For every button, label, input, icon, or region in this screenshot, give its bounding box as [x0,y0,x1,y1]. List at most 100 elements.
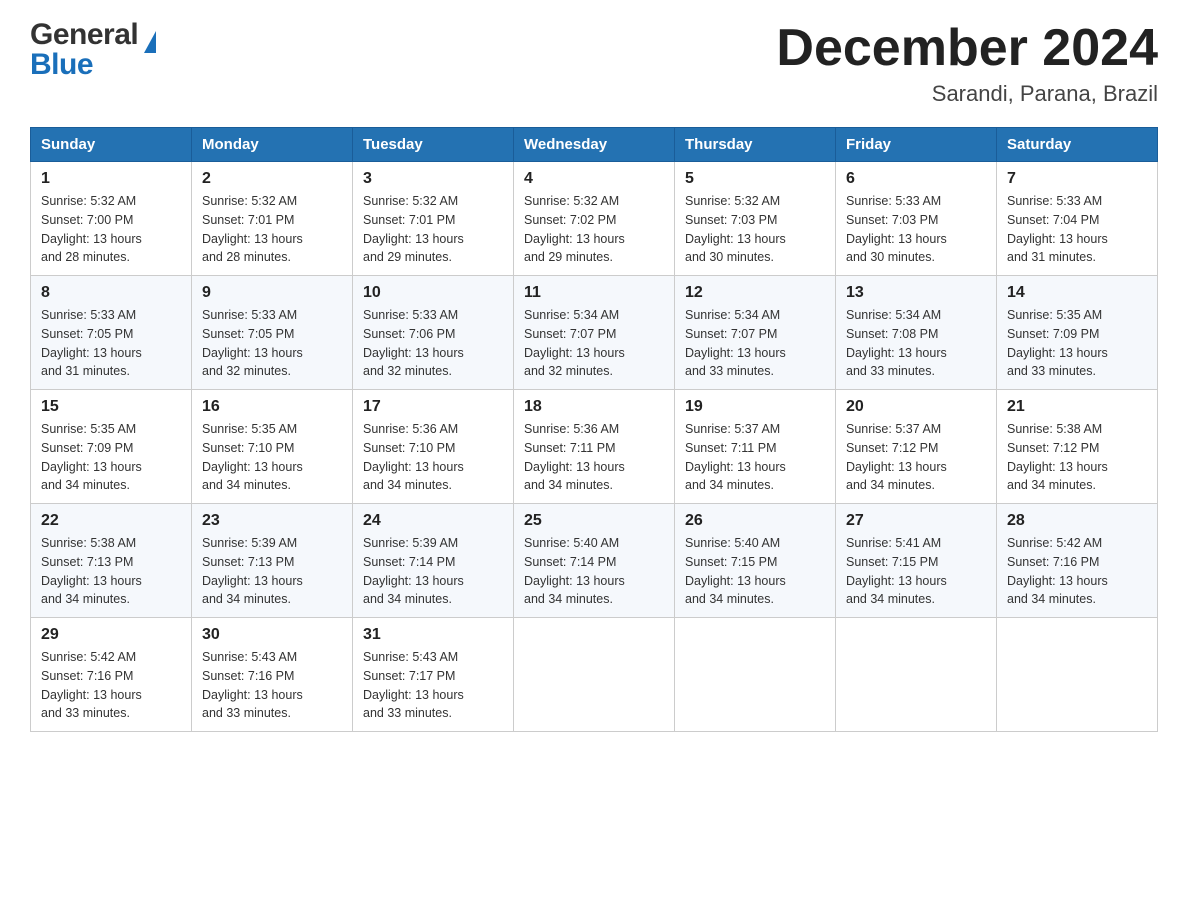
day-info: Sunrise: 5:42 AMSunset: 7:16 PMDaylight:… [1007,536,1108,606]
calendar-cell: 30 Sunrise: 5:43 AMSunset: 7:16 PMDaylig… [192,618,353,732]
day-info: Sunrise: 5:35 AMSunset: 7:09 PMDaylight:… [1007,308,1108,378]
calendar-cell: 7 Sunrise: 5:33 AMSunset: 7:04 PMDayligh… [997,162,1158,276]
day-info: Sunrise: 5:39 AMSunset: 7:14 PMDaylight:… [363,536,464,606]
title-block: December 2024 Sarandi, Parana, Brazil [776,20,1158,107]
page-header: General Blue December 2024 Sarandi, Para… [30,20,1158,107]
day-info: Sunrise: 5:33 AMSunset: 7:03 PMDaylight:… [846,194,947,264]
month-title: December 2024 [776,20,1158,77]
day-info: Sunrise: 5:34 AMSunset: 7:07 PMDaylight:… [524,308,625,378]
day-info: Sunrise: 5:32 AMSunset: 7:02 PMDaylight:… [524,194,625,264]
day-info: Sunrise: 5:32 AMSunset: 7:01 PMDaylight:… [363,194,464,264]
location-subtitle: Sarandi, Parana, Brazil [776,81,1158,107]
column-header-monday: Monday [192,128,353,162]
calendar-cell: 22 Sunrise: 5:38 AMSunset: 7:13 PMDaylig… [31,504,192,618]
column-header-tuesday: Tuesday [353,128,514,162]
day-number: 14 [1007,284,1147,302]
calendar-cell [514,618,675,732]
day-info: Sunrise: 5:33 AMSunset: 7:05 PMDaylight:… [202,308,303,378]
day-number: 18 [524,398,664,416]
day-number: 3 [363,170,503,188]
calendar-cell: 24 Sunrise: 5:39 AMSunset: 7:14 PMDaylig… [353,504,514,618]
day-info: Sunrise: 5:43 AMSunset: 7:16 PMDaylight:… [202,650,303,720]
calendar-cell: 3 Sunrise: 5:32 AMSunset: 7:01 PMDayligh… [353,162,514,276]
calendar-cell: 17 Sunrise: 5:36 AMSunset: 7:10 PMDaylig… [353,390,514,504]
day-info: Sunrise: 5:37 AMSunset: 7:11 PMDaylight:… [685,422,786,492]
calendar-body: 1 Sunrise: 5:32 AMSunset: 7:00 PMDayligh… [31,162,1158,732]
calendar-cell: 11 Sunrise: 5:34 AMSunset: 7:07 PMDaylig… [514,276,675,390]
calendar-cell: 14 Sunrise: 5:35 AMSunset: 7:09 PMDaylig… [997,276,1158,390]
calendar-cell: 10 Sunrise: 5:33 AMSunset: 7:06 PMDaylig… [353,276,514,390]
day-info: Sunrise: 5:41 AMSunset: 7:15 PMDaylight:… [846,536,947,606]
day-number: 11 [524,284,664,302]
day-info: Sunrise: 5:32 AMSunset: 7:01 PMDaylight:… [202,194,303,264]
day-info: Sunrise: 5:35 AMSunset: 7:10 PMDaylight:… [202,422,303,492]
calendar-cell [836,618,997,732]
calendar-cell: 28 Sunrise: 5:42 AMSunset: 7:16 PMDaylig… [997,504,1158,618]
day-number: 10 [363,284,503,302]
day-info: Sunrise: 5:36 AMSunset: 7:11 PMDaylight:… [524,422,625,492]
calendar-cell: 21 Sunrise: 5:38 AMSunset: 7:12 PMDaylig… [997,390,1158,504]
calendar-cell: 27 Sunrise: 5:41 AMSunset: 7:15 PMDaylig… [836,504,997,618]
day-number: 2 [202,170,342,188]
calendar-week-4: 22 Sunrise: 5:38 AMSunset: 7:13 PMDaylig… [31,504,1158,618]
day-info: Sunrise: 5:38 AMSunset: 7:13 PMDaylight:… [41,536,142,606]
day-info: Sunrise: 5:38 AMSunset: 7:12 PMDaylight:… [1007,422,1108,492]
day-info: Sunrise: 5:33 AMSunset: 7:05 PMDaylight:… [41,308,142,378]
logo: General Blue [30,20,156,80]
logo-triangle-icon [144,31,156,53]
day-number: 13 [846,284,986,302]
day-info: Sunrise: 5:34 AMSunset: 7:08 PMDaylight:… [846,308,947,378]
day-number: 24 [363,512,503,530]
day-info: Sunrise: 5:34 AMSunset: 7:07 PMDaylight:… [685,308,786,378]
calendar-cell: 25 Sunrise: 5:40 AMSunset: 7:14 PMDaylig… [514,504,675,618]
day-number: 27 [846,512,986,530]
day-number: 21 [1007,398,1147,416]
calendar-cell: 29 Sunrise: 5:42 AMSunset: 7:16 PMDaylig… [31,618,192,732]
day-number: 1 [41,170,181,188]
day-number: 22 [41,512,181,530]
calendar-cell [997,618,1158,732]
calendar-header: SundayMondayTuesdayWednesdayThursdayFrid… [31,128,1158,162]
logo-general: General [30,20,138,50]
column-header-saturday: Saturday [997,128,1158,162]
calendar-cell: 2 Sunrise: 5:32 AMSunset: 7:01 PMDayligh… [192,162,353,276]
day-info: Sunrise: 5:32 AMSunset: 7:03 PMDaylight:… [685,194,786,264]
calendar-cell: 18 Sunrise: 5:36 AMSunset: 7:11 PMDaylig… [514,390,675,504]
day-number: 15 [41,398,181,416]
calendar-cell: 8 Sunrise: 5:33 AMSunset: 7:05 PMDayligh… [31,276,192,390]
day-number: 8 [41,284,181,302]
column-header-sunday: Sunday [31,128,192,162]
day-number: 6 [846,170,986,188]
day-number: 16 [202,398,342,416]
day-number: 4 [524,170,664,188]
column-header-friday: Friday [836,128,997,162]
calendar-cell: 9 Sunrise: 5:33 AMSunset: 7:05 PMDayligh… [192,276,353,390]
day-number: 5 [685,170,825,188]
day-info: Sunrise: 5:33 AMSunset: 7:04 PMDaylight:… [1007,194,1108,264]
calendar-cell: 26 Sunrise: 5:40 AMSunset: 7:15 PMDaylig… [675,504,836,618]
day-info: Sunrise: 5:33 AMSunset: 7:06 PMDaylight:… [363,308,464,378]
day-info: Sunrise: 5:35 AMSunset: 7:09 PMDaylight:… [41,422,142,492]
day-info: Sunrise: 5:42 AMSunset: 7:16 PMDaylight:… [41,650,142,720]
day-number: 20 [846,398,986,416]
day-info: Sunrise: 5:36 AMSunset: 7:10 PMDaylight:… [363,422,464,492]
calendar-cell: 12 Sunrise: 5:34 AMSunset: 7:07 PMDaylig… [675,276,836,390]
day-number: 12 [685,284,825,302]
calendar-cell: 15 Sunrise: 5:35 AMSunset: 7:09 PMDaylig… [31,390,192,504]
calendar-cell [675,618,836,732]
day-info: Sunrise: 5:39 AMSunset: 7:13 PMDaylight:… [202,536,303,606]
day-info: Sunrise: 5:43 AMSunset: 7:17 PMDaylight:… [363,650,464,720]
day-number: 29 [41,626,181,644]
day-number: 7 [1007,170,1147,188]
calendar-cell: 6 Sunrise: 5:33 AMSunset: 7:03 PMDayligh… [836,162,997,276]
column-header-thursday: Thursday [675,128,836,162]
calendar-cell: 20 Sunrise: 5:37 AMSunset: 7:12 PMDaylig… [836,390,997,504]
calendar-cell: 16 Sunrise: 5:35 AMSunset: 7:10 PMDaylig… [192,390,353,504]
calendar-week-5: 29 Sunrise: 5:42 AMSunset: 7:16 PMDaylig… [31,618,1158,732]
day-number: 23 [202,512,342,530]
calendar-cell: 31 Sunrise: 5:43 AMSunset: 7:17 PMDaylig… [353,618,514,732]
day-number: 9 [202,284,342,302]
calendar-cell: 19 Sunrise: 5:37 AMSunset: 7:11 PMDaylig… [675,390,836,504]
calendar-week-1: 1 Sunrise: 5:32 AMSunset: 7:00 PMDayligh… [31,162,1158,276]
day-number: 30 [202,626,342,644]
